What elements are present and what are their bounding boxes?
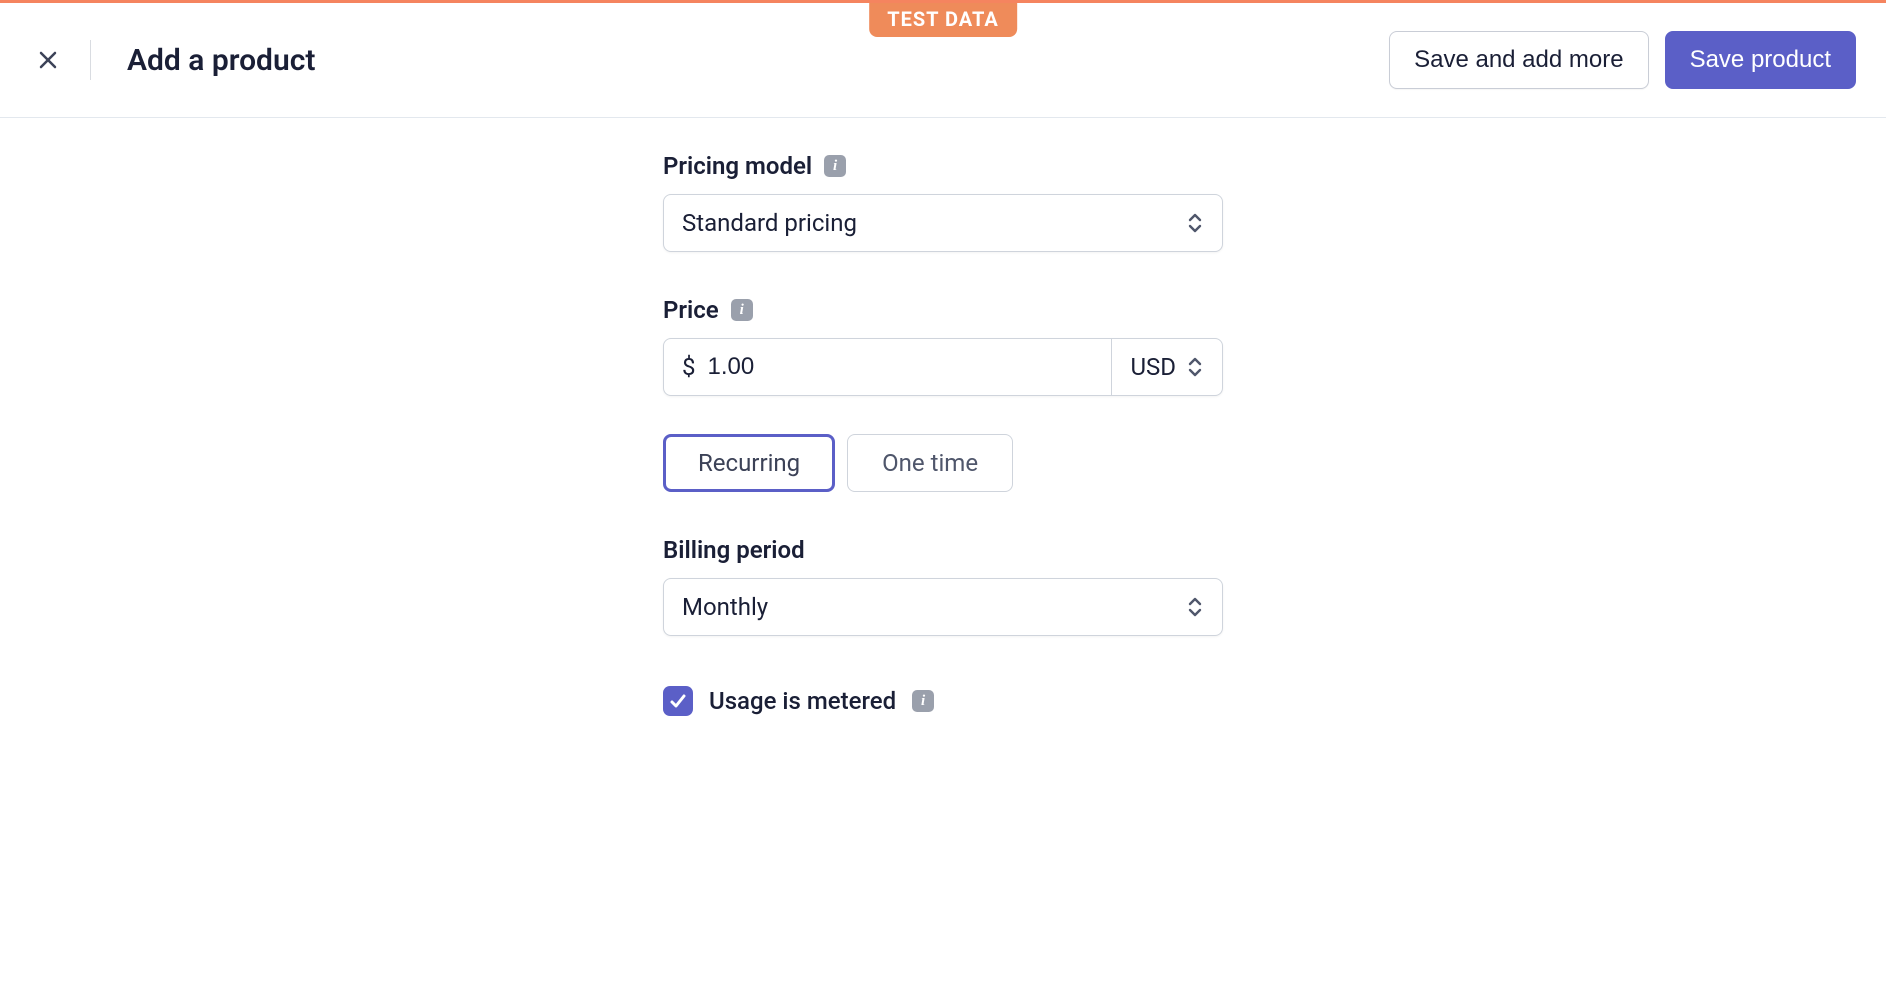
chevron-up-down-icon (1186, 356, 1204, 378)
info-icon[interactable]: i (731, 299, 753, 321)
price-label-row: Price i (663, 296, 1223, 324)
billing-period-select[interactable]: Monthly (663, 578, 1223, 636)
pricing-model-select[interactable]: Standard pricing (663, 194, 1223, 252)
billing-period-value: Monthly (682, 593, 768, 621)
close-button[interactable] (30, 42, 66, 78)
usage-metered-label: Usage is metered (709, 687, 896, 715)
usage-metered-row: Usage is metered i (663, 686, 1223, 716)
header-actions: Save and add more Save product (1389, 31, 1856, 89)
close-icon (36, 48, 60, 72)
recurrence-toggle: Recurring One time (663, 434, 1223, 492)
info-icon[interactable]: i (912, 690, 934, 712)
billing-period-label-row: Billing period (663, 536, 1223, 564)
currency-value: USD (1130, 353, 1176, 381)
info-icon[interactable]: i (824, 155, 846, 177)
chevron-up-down-icon (1186, 212, 1204, 234)
currency-symbol: $ (664, 339, 704, 395)
header-divider (90, 40, 91, 80)
check-icon (668, 691, 688, 711)
price-input-group: $ USD (663, 338, 1223, 396)
chevron-up-down-icon (1186, 596, 1204, 618)
one-time-option[interactable]: One time (847, 434, 1013, 492)
pricing-model-label: Pricing model (663, 152, 812, 180)
pricing-model-label-row: Pricing model i (663, 152, 1223, 180)
save-product-button[interactable]: Save product (1665, 31, 1856, 89)
currency-select[interactable]: USD (1111, 339, 1222, 395)
pricing-model-value: Standard pricing (682, 209, 857, 237)
test-data-badge: TEST DATA (869, 3, 1017, 37)
price-input[interactable] (704, 339, 1112, 395)
billing-period-label: Billing period (663, 536, 805, 564)
form-content: Pricing model i Standard pricing Price i… (663, 152, 1223, 776)
page-title: Add a product (127, 43, 1389, 78)
price-label: Price (663, 296, 719, 324)
save-and-add-more-button[interactable]: Save and add more (1389, 31, 1648, 89)
usage-metered-checkbox[interactable] (663, 686, 693, 716)
recurring-option[interactable]: Recurring (663, 434, 835, 492)
